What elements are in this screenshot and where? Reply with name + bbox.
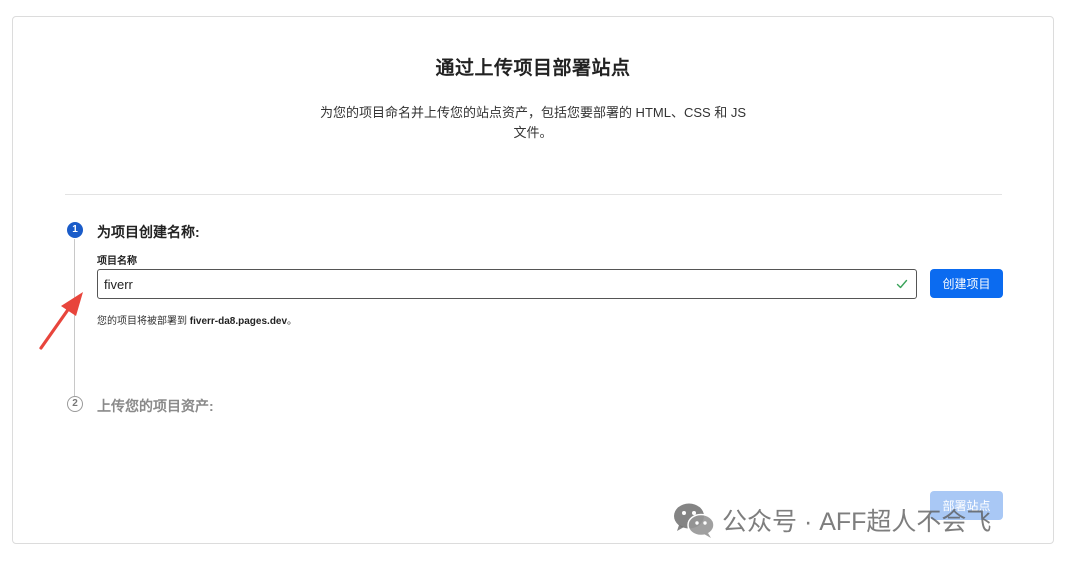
project-name-field[interactable] <box>97 269 917 299</box>
create-project-button[interactable]: 创建项目 <box>930 269 1003 298</box>
description-line-1: 为您的项目命名并上传您的站点资产，包括您要部署的 HTML、CSS 和 JS <box>319 105 747 120</box>
deploy-url-hint: 您的项目将被部署到 fiverr-da8.pages.dev。 <box>97 312 297 327</box>
section-divider <box>65 194 1002 195</box>
hint-prefix: 您的项目将被部署到 <box>97 316 190 327</box>
project-name-input[interactable] <box>104 270 884 298</box>
hint-suffix: 。 <box>287 316 298 327</box>
watermark-text: 公众号 · AFF超人不会飞 <box>722 508 992 536</box>
watermark: 公众号 · AFF超人不会飞 <box>672 500 991 540</box>
step-1-indicator: 1 <box>67 222 83 238</box>
hint-domain: fiverr-da8.pages.dev <box>189 316 288 327</box>
description-line-2: 文件。 <box>513 125 553 140</box>
check-icon <box>896 279 908 289</box>
wechat-icon <box>674 503 715 538</box>
page-title: 通过上传项目部署站点 <box>435 58 631 79</box>
step-2-indicator: 2 <box>67 396 83 412</box>
project-name-label: 项目名称 <box>97 256 137 267</box>
page-description: 为您的项目命名并上传您的站点资产，包括您要部署的 HTML、CSS 和 JS 文… <box>303 103 763 143</box>
deploy-card: 通过上传项目部署站点 为您的项目命名并上传您的站点资产，包括您要部署的 HTML… <box>12 16 1054 544</box>
step-2-title: 上传您的项目资产: <box>97 398 214 414</box>
step-1-title: 为项目创建名称: <box>97 224 200 240</box>
annotation-arrow-icon <box>39 292 83 350</box>
